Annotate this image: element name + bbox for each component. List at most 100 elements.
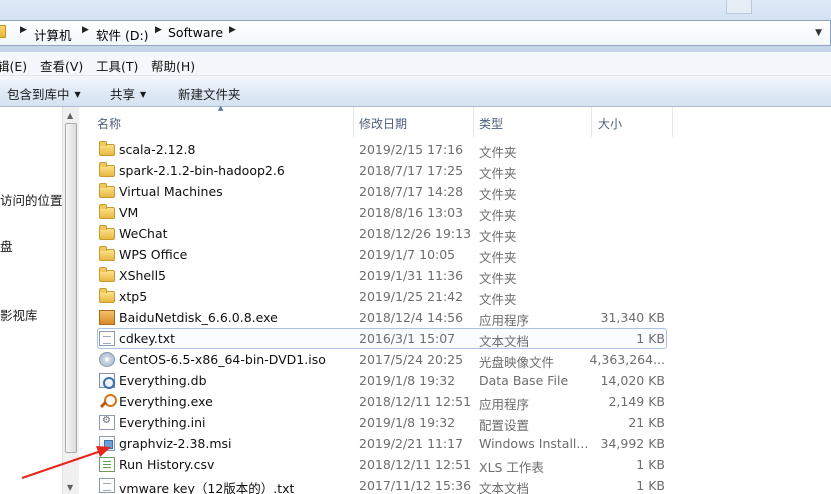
- file-row[interactable]: xtp5 2019/1/25 21:42 文件夹: [88, 286, 831, 307]
- nav-item-recent-places[interactable]: 访问的位置: [0, 190, 63, 209]
- folder-icon: [99, 267, 115, 282]
- column-header-date[interactable]: 修改日期: [359, 115, 407, 132]
- file-row[interactable]: graphviz-2.38.msi 2019/2/21 11:17 Windows …: [88, 433, 831, 454]
- file-size: 31,340 KB: [600, 310, 665, 325]
- navigation-pane: 访问的位置 盘 影视库: [0, 107, 64, 494]
- file-row[interactable]: scala-2.12.8 2019/2/15 17:16 文件夹: [88, 139, 831, 160]
- address-bar[interactable]: ▶ 计算机 ▶ 软件 (D:) ▶ Software ▶ ▼: [0, 20, 831, 46]
- file-name: Everything.exe: [119, 394, 213, 409]
- file-size: 34,992 KB: [600, 436, 665, 451]
- file-name: WeChat: [119, 226, 168, 241]
- folder-icon: [0, 25, 6, 38]
- file-type: 文件夹: [479, 250, 517, 265]
- file-name: cdkey.txt: [119, 331, 176, 346]
- exe-icon: [99, 310, 115, 325]
- file-type: 文件夹: [479, 229, 517, 244]
- file-row[interactable]: Run History.csv 2018/12/11 12:51 XLS 工作表 1 …: [88, 454, 831, 475]
- file-date: 2018/8/16 13:03: [359, 205, 464, 220]
- menu-edit[interactable]: 辑(E): [0, 56, 27, 75]
- file-name: Everything.db: [119, 373, 207, 388]
- file-date: 2019/1/7 10:05: [359, 247, 456, 262]
- nav-item-disk[interactable]: 盘: [0, 236, 13, 255]
- file-row[interactable]: spark-2.1.2-bin-hadoop2.6 2018/7/17 17:25…: [88, 160, 831, 181]
- installer-icon: [99, 436, 115, 451]
- search-app-icon: [99, 394, 117, 409]
- scroll-up-icon[interactable]: ▲: [67, 111, 73, 120]
- file-date: 2018/12/11 12:51: [359, 394, 472, 409]
- file-row[interactable]: WeChat 2018/12/26 19:13 文件夹: [88, 223, 831, 244]
- file-name: Everything.ini: [119, 415, 206, 430]
- file-row[interactable]: XShell5 2019/1/31 11:36 文件夹: [88, 265, 831, 286]
- chevron-right-icon[interactable]: ▶: [82, 25, 89, 35]
- file-date: 2018/12/11 12:51: [359, 457, 472, 472]
- breadcrumb-drive-d[interactable]: 软件 (D:): [96, 25, 149, 44]
- folder-icon: [99, 141, 115, 156]
- file-row[interactable]: Everything.ini 2019/1/8 19:32 配置设置 21 KB: [88, 412, 831, 433]
- file-date: 2016/3/1 15:07: [359, 331, 456, 346]
- column-header-name[interactable]: 名称: [97, 115, 121, 132]
- database-file-icon: [99, 373, 115, 389]
- chevron-down-icon[interactable]: ▼: [815, 28, 822, 38]
- file-size: 2,149 KB: [608, 394, 665, 409]
- folder-icon: [99, 246, 115, 261]
- file-row[interactable]: CentOS-6.5-x86_64-bin-DVD1.iso 2017/5/24 …: [88, 349, 831, 370]
- folder-icon: [99, 225, 115, 240]
- file-row[interactable]: WPS Office 2019/1/7 10:05 文件夹: [88, 244, 831, 265]
- column-header-row: ▲ 名称 修改日期 类型 大小: [88, 104, 831, 137]
- chevron-right-icon[interactable]: ▶: [229, 25, 236, 35]
- file-date: 2017/11/12 15:36: [359, 478, 472, 493]
- chevron-down-icon: ▼: [140, 90, 147, 99]
- chevron-right-icon[interactable]: ▶: [155, 25, 162, 35]
- chevron-right-icon[interactable]: ▶: [20, 25, 27, 35]
- file-size: 1 KB: [636, 331, 665, 346]
- new-folder-button[interactable]: 新建文件夹: [178, 84, 241, 103]
- file-row[interactable]: BaiduNetdisk_6.6.0.8.exe 2018/12/4 14:56 应…: [88, 307, 831, 328]
- menu-tools[interactable]: 工具(T): [96, 56, 138, 75]
- share-button[interactable]: 共享 ▼: [110, 84, 146, 103]
- scrollbar-thumb[interactable]: [65, 123, 77, 453]
- file-type: 文本文档: [479, 334, 530, 349]
- file-list: ▲ 名称 修改日期 类型 大小 scala-2.12.8 2019/2/15 17…: [88, 104, 831, 494]
- menu-view[interactable]: 查看(V): [40, 56, 83, 75]
- column-divider[interactable]: [672, 107, 673, 137]
- breadcrumb-software[interactable]: Software: [168, 25, 223, 40]
- navigation-scrollbar[interactable]: ▲ ▼: [62, 107, 79, 494]
- file-name: WPS Office: [119, 247, 188, 262]
- file-name: CentOS-6.5-x86_64-bin-DVD1.iso: [119, 352, 326, 367]
- file-row[interactable]: vmware key（12版本的）.txt 2017/11/12 15:36 文本文…: [88, 475, 831, 494]
- file-date: 2018/7/17 14:28: [359, 184, 464, 199]
- menu-help[interactable]: 帮助(H): [151, 56, 195, 75]
- share-label: 共享: [110, 87, 136, 102]
- file-row[interactable]: Virtual Machines 2018/7/17 14:28 文件夹: [88, 181, 831, 202]
- file-size: 14,020 KB: [600, 373, 665, 388]
- folder-icon: [99, 288, 115, 303]
- file-row[interactable]: cdkey.txt 2016/3/1 15:07 文本文档 1 KB: [88, 328, 831, 349]
- column-header-type[interactable]: 类型: [479, 115, 503, 132]
- column-divider[interactable]: [353, 107, 354, 137]
- file-name: XShell5: [119, 268, 167, 283]
- file-type: 应用程序: [479, 313, 530, 328]
- scroll-down-icon[interactable]: ▼: [67, 483, 73, 492]
- file-date: 2019/1/25 21:42: [359, 289, 464, 304]
- file-date: 2018/7/17 17:25: [359, 163, 464, 178]
- column-header-size[interactable]: 大小: [598, 115, 622, 132]
- window-control-button[interactable]: [726, 0, 752, 14]
- file-size: 21 KB: [628, 415, 665, 430]
- include-in-library-button[interactable]: 包含到库中 ▼: [7, 84, 81, 103]
- column-divider[interactable]: [473, 107, 474, 137]
- nav-item-video-library[interactable]: 影视库: [0, 305, 38, 324]
- file-name: scala-2.12.8: [119, 142, 196, 157]
- file-name: VM: [119, 205, 139, 220]
- file-row[interactable]: Everything.exe 2018/12/11 12:51 应用程序 2,149 …: [88, 391, 831, 412]
- file-row[interactable]: Everything.db 2019/1/8 19:32 Data Base Fil…: [88, 370, 831, 391]
- file-name: Virtual Machines: [119, 184, 223, 199]
- menu-bar: 辑(E) 查看(V) 工具(T) 帮助(H): [0, 52, 831, 76]
- file-row[interactable]: VM 2018/8/16 13:03 文件夹: [88, 202, 831, 223]
- file-date: 2018/12/26 19:13: [359, 226, 472, 241]
- file-type: 配置设置: [479, 418, 530, 433]
- pane-splitter[interactable]: [79, 107, 88, 494]
- column-divider[interactable]: [591, 107, 592, 137]
- file-size: 1 KB: [636, 478, 665, 493]
- config-file-icon: [99, 415, 115, 430]
- breadcrumb-computer[interactable]: 计算机: [34, 25, 72, 44]
